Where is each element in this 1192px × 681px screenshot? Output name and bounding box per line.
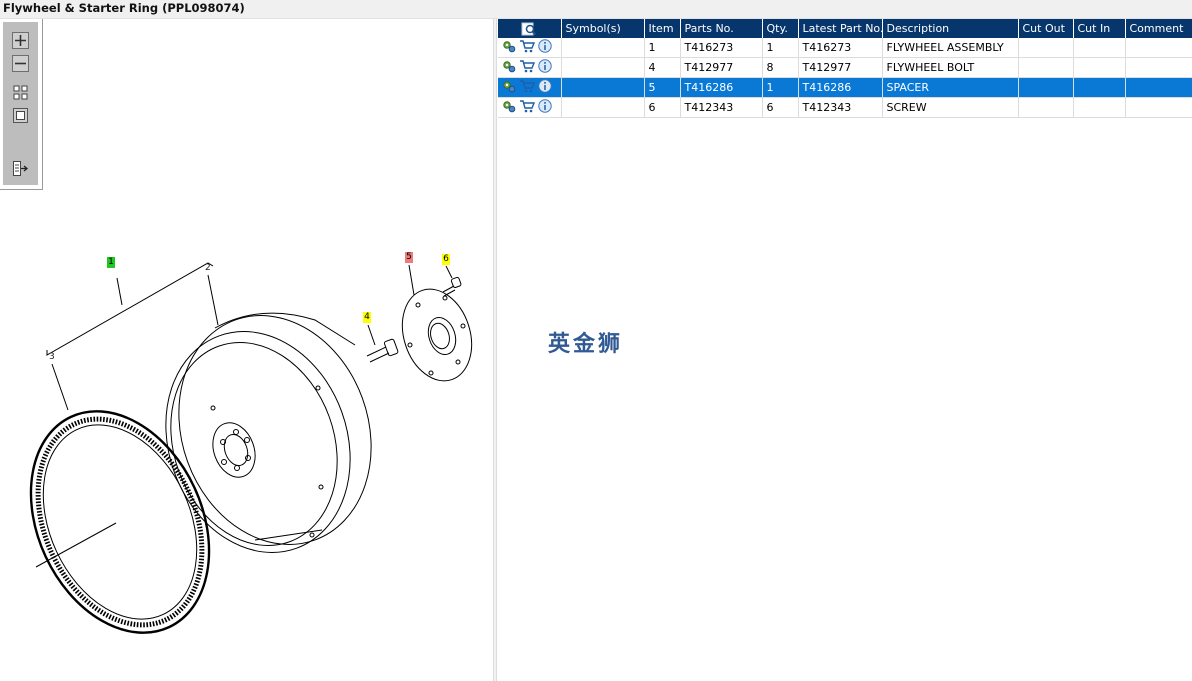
callout-label: 6 bbox=[443, 254, 449, 264]
cell-qty: 8 bbox=[762, 57, 799, 78]
column-header-latest-part-no[interactable]: Latest Part No. bbox=[798, 19, 883, 38]
column-header-symbols[interactable]: Symbol(s) bbox=[561, 19, 645, 38]
cell-item: 5 bbox=[644, 77, 681, 98]
info-icon[interactable] bbox=[538, 79, 552, 96]
details-icon[interactable] bbox=[502, 99, 516, 116]
cell-symbols bbox=[561, 38, 645, 58]
cell-parts-no: T412977 bbox=[680, 57, 763, 78]
fit-all-icon[interactable] bbox=[12, 84, 29, 101]
cell-cut-out bbox=[1018, 57, 1074, 78]
column-header-description[interactable]: Description bbox=[882, 19, 1019, 38]
cell-comment bbox=[1125, 38, 1192, 58]
cell-cut-in bbox=[1073, 38, 1126, 58]
watermark: 英金狮 bbox=[548, 332, 624, 357]
cell-latest-part-no: T412343 bbox=[798, 97, 883, 118]
column-header-cut-out[interactable]: Cut Out bbox=[1018, 19, 1074, 38]
callout-tag-1[interactable]: 1 bbox=[107, 257, 115, 268]
exploded-view-drawing bbox=[29, 262, 473, 634]
title-bar: Flywheel & Starter Ring (PPL098074) bbox=[0, 0, 1192, 19]
callout-tag-2[interactable]: 2 bbox=[205, 263, 211, 273]
view-toolbox bbox=[0, 19, 43, 190]
callout-tag-4[interactable]: 4 bbox=[363, 312, 371, 323]
row-actions-cell bbox=[498, 38, 562, 58]
callout-tag-3[interactable]: 3 bbox=[49, 352, 55, 362]
cell-cut-out bbox=[1018, 77, 1074, 98]
cart-icon[interactable] bbox=[519, 79, 536, 96]
cell-latest-part-no: T416273 bbox=[798, 38, 883, 58]
table-header-row: Symbol(s) Item Parts No. Qty. Latest Par… bbox=[498, 19, 1192, 38]
info-icon[interactable] bbox=[538, 99, 552, 116]
callout-label: 5 bbox=[406, 252, 412, 262]
cell-cut-in bbox=[1073, 97, 1126, 118]
column-header-cut-in[interactable]: Cut In bbox=[1073, 19, 1126, 38]
search-parts-icon[interactable] bbox=[521, 21, 537, 37]
callout-label: 4 bbox=[364, 312, 370, 322]
details-icon[interactable] bbox=[502, 39, 516, 56]
cell-description: SCREW bbox=[882, 97, 1019, 118]
column-header-qty[interactable]: Qty. bbox=[762, 19, 799, 38]
callout-tag-5[interactable]: 5 bbox=[405, 252, 413, 263]
zoom-out-icon[interactable] bbox=[12, 55, 29, 72]
column-header-comment[interactable]: Comment bbox=[1125, 19, 1192, 38]
callout-tag-6[interactable]: 6 bbox=[442, 254, 450, 265]
cell-parts-no: T416286 bbox=[680, 77, 763, 98]
cell-description: FLYWHEEL ASSEMBLY bbox=[882, 38, 1019, 58]
cell-cut-out bbox=[1018, 38, 1074, 58]
table-row[interactable]: 6 T412343 6 T412343 SCREW bbox=[498, 97, 1192, 118]
export-list-icon[interactable] bbox=[12, 160, 29, 177]
details-icon[interactable] bbox=[502, 59, 516, 76]
cart-icon[interactable] bbox=[519, 39, 536, 56]
cell-cut-out bbox=[1018, 97, 1074, 118]
pane-splitter[interactable] bbox=[493, 19, 497, 681]
cell-item: 1 bbox=[644, 38, 681, 58]
row-actions-cell bbox=[498, 97, 562, 118]
table-row[interactable]: 4 T412977 8 T412977 FLYWHEEL BOLT bbox=[498, 57, 1192, 78]
cell-comment bbox=[1125, 77, 1192, 98]
cell-comment bbox=[1125, 57, 1192, 78]
window-title: Flywheel & Starter Ring (PPL098074) bbox=[3, 1, 245, 15]
cell-parts-no: T416273 bbox=[680, 38, 763, 58]
cell-cut-in bbox=[1073, 57, 1126, 78]
callout-label: 3 bbox=[49, 352, 55, 362]
cell-parts-no: T412343 bbox=[680, 97, 763, 118]
details-icon[interactable] bbox=[502, 79, 516, 96]
cell-cut-in bbox=[1073, 77, 1126, 98]
table-row[interactable]: 1 T416273 1 T416273 FLYWHEEL ASSEMBLY bbox=[498, 38, 1192, 58]
cell-symbols bbox=[561, 97, 645, 118]
cell-item: 6 bbox=[644, 97, 681, 118]
cell-qty: 1 bbox=[762, 38, 799, 58]
zoom-in-icon[interactable] bbox=[12, 32, 29, 49]
cell-latest-part-no: T416286 bbox=[798, 77, 883, 98]
parts-table: Symbol(s) Item Parts No. Qty. Latest Par… bbox=[498, 19, 1192, 118]
cell-description: SPACER bbox=[882, 77, 1019, 98]
info-icon[interactable] bbox=[538, 39, 552, 56]
cell-symbols bbox=[561, 57, 645, 78]
row-actions-cell bbox=[498, 57, 562, 78]
cell-item: 4 bbox=[644, 57, 681, 78]
cell-comment bbox=[1125, 97, 1192, 118]
cell-qty: 6 bbox=[762, 97, 799, 118]
row-actions-cell bbox=[498, 77, 562, 98]
info-icon[interactable] bbox=[538, 59, 552, 76]
callout-label: 1 bbox=[108, 257, 114, 267]
cell-symbols bbox=[561, 77, 645, 98]
callout-label: 2 bbox=[205, 263, 211, 273]
cell-description: FLYWHEEL BOLT bbox=[882, 57, 1019, 78]
cell-qty: 1 bbox=[762, 77, 799, 98]
cart-icon[interactable] bbox=[519, 99, 536, 116]
actual-size-icon[interactable] bbox=[12, 107, 29, 124]
column-header-item[interactable]: Item bbox=[644, 19, 681, 38]
cell-latest-part-no: T412977 bbox=[798, 57, 883, 78]
column-header-search[interactable] bbox=[498, 19, 562, 38]
column-header-parts-no[interactable]: Parts No. bbox=[680, 19, 763, 38]
table-row[interactable]: 5 T416286 1 T416286 SPACER bbox=[498, 77, 1192, 98]
cart-icon[interactable] bbox=[519, 59, 536, 76]
